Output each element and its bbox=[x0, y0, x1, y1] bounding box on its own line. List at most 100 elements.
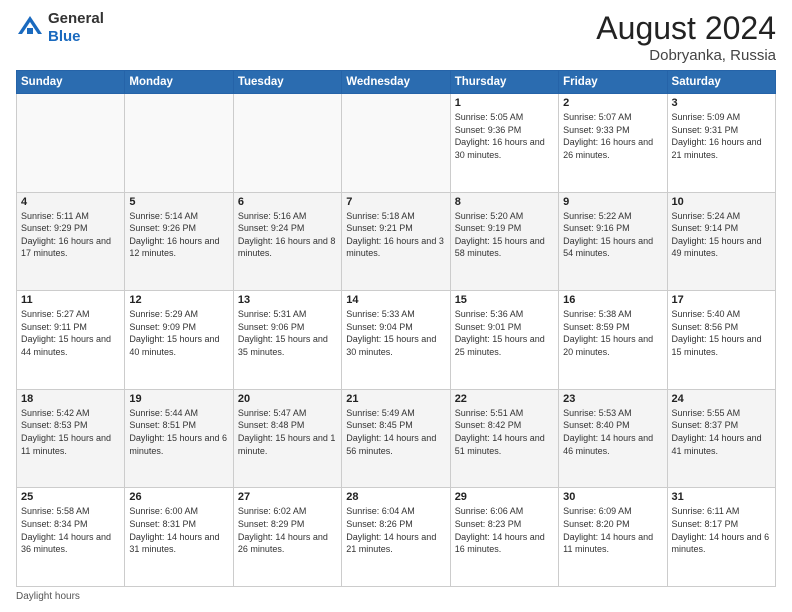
day-number: 11 bbox=[21, 294, 120, 306]
day-number: 14 bbox=[346, 294, 445, 306]
day-cell-4-1: 26 Sunrise: 6:00 AM Sunset: 8:31 PM Dayli… bbox=[125, 488, 233, 587]
day-info: Sunrise: 6:11 AM Sunset: 8:17 PM Dayligh… bbox=[672, 505, 771, 555]
day-number: 24 bbox=[672, 393, 771, 405]
day-cell-2-5: 16 Sunrise: 5:38 AM Sunset: 8:59 PM Dayli… bbox=[559, 291, 667, 390]
location: Dobryanka, Russia bbox=[596, 47, 776, 64]
day-cell-3-0: 18 Sunrise: 5:42 AM Sunset: 8:53 PM Dayli… bbox=[17, 389, 125, 488]
day-cell-1-6: 10 Sunrise: 5:24 AM Sunset: 9:14 PM Dayli… bbox=[667, 192, 775, 291]
day-number: 22 bbox=[455, 393, 554, 405]
col-thursday: Thursday bbox=[450, 71, 558, 94]
day-number: 31 bbox=[672, 491, 771, 503]
day-cell-1-0: 4 Sunrise: 5:11 AM Sunset: 9:29 PM Daylig… bbox=[17, 192, 125, 291]
day-cell-0-1 bbox=[125, 94, 233, 193]
day-cell-2-6: 17Sunrise: 5:40 AM Sunset: 8:56 PM Dayli… bbox=[667, 291, 775, 390]
col-friday: Friday bbox=[559, 71, 667, 94]
day-cell-2-1: 12Sunrise: 5:29 AM Sunset: 9:09 PM Dayli… bbox=[125, 291, 233, 390]
page: General Blue August 2024 Dobryanka, Russ… bbox=[0, 0, 792, 612]
week-row-1: 1Sunrise: 5:05 AM Sunset: 9:36 PM Daylig… bbox=[17, 94, 776, 193]
day-info: Sunrise: 5:31 AM Sunset: 9:06 PM Dayligh… bbox=[238, 308, 337, 358]
day-number: 8 bbox=[455, 196, 554, 208]
day-cell-3-3: 21Sunrise: 5:49 AM Sunset: 8:45 PM Dayli… bbox=[342, 389, 450, 488]
day-info: Sunrise: 6:09 AM Sunset: 8:20 PM Dayligh… bbox=[563, 505, 662, 555]
day-cell-3-4: 22Sunrise: 5:51 AM Sunset: 8:42 PM Dayli… bbox=[450, 389, 558, 488]
title-block: August 2024 Dobryanka, Russia bbox=[596, 10, 776, 64]
day-info: Sunrise: 5:18 AM Sunset: 9:21 PM Dayligh… bbox=[346, 210, 445, 260]
day-info: Sunrise: 5:38 AM Sunset: 8:59 PM Dayligh… bbox=[563, 308, 662, 358]
day-info: Sunrise: 6:06 AM Sunset: 8:23 PM Dayligh… bbox=[455, 505, 554, 555]
day-cell-2-4: 15 Sunrise: 5:36 AM Sunset: 9:01 PM Dayli… bbox=[450, 291, 558, 390]
logo-text: General Blue bbox=[48, 10, 104, 46]
day-cell-2-3: 14 Sunrise: 5:33 AM Sunset: 9:04 PM Dayli… bbox=[342, 291, 450, 390]
day-info: Sunrise: 5:16 AM Sunset: 9:24 PM Dayligh… bbox=[238, 210, 337, 260]
day-info: Sunrise: 5:47 AM Sunset: 8:48 PM Dayligh… bbox=[238, 407, 337, 457]
day-info: Sunrise: 5:07 AM Sunset: 9:33 PM Dayligh… bbox=[563, 111, 662, 161]
day-cell-1-5: 9 Sunrise: 5:22 AM Sunset: 9:16 PM Daylig… bbox=[559, 192, 667, 291]
day-info: Sunrise: 5:33 AM Sunset: 9:04 PM Dayligh… bbox=[346, 308, 445, 358]
day-cell-0-0 bbox=[17, 94, 125, 193]
day-cell-2-0: 11Sunrise: 5:27 AM Sunset: 9:11 PM Dayli… bbox=[17, 291, 125, 390]
day-number: 28 bbox=[346, 491, 445, 503]
day-number: 17 bbox=[672, 294, 771, 306]
day-info: Sunrise: 5:36 AM Sunset: 9:01 PM Dayligh… bbox=[455, 308, 554, 358]
week-row-5: 25Sunrise: 5:58 AM Sunset: 8:34 PM Dayli… bbox=[17, 488, 776, 587]
col-tuesday: Tuesday bbox=[233, 71, 341, 94]
week-row-4: 18 Sunrise: 5:42 AM Sunset: 8:53 PM Dayli… bbox=[17, 389, 776, 488]
day-number: 4 bbox=[21, 196, 120, 208]
logo-general: General bbox=[48, 10, 104, 27]
day-number: 16 bbox=[563, 294, 662, 306]
week-row-2: 4 Sunrise: 5:11 AM Sunset: 9:29 PM Daylig… bbox=[17, 192, 776, 291]
logo-icon bbox=[16, 14, 44, 42]
day-number: 6 bbox=[238, 196, 337, 208]
day-info: Sunrise: 5:24 AM Sunset: 9:14 PM Dayligh… bbox=[672, 210, 771, 260]
day-number: 21 bbox=[346, 393, 445, 405]
day-number: 2 bbox=[563, 97, 662, 109]
day-info: Sunrise: 5:14 AM Sunset: 9:26 PM Dayligh… bbox=[129, 210, 228, 260]
day-cell-1-4: 8 Sunrise: 5:20 AM Sunset: 9:19 PM Daylig… bbox=[450, 192, 558, 291]
day-cell-0-2 bbox=[233, 94, 341, 193]
day-info: Sunrise: 5:42 AM Sunset: 8:53 PM Dayligh… bbox=[21, 407, 120, 457]
month-year: August 2024 bbox=[596, 10, 776, 47]
day-cell-3-5: 23 Sunrise: 5:53 AM Sunset: 8:40 PM Dayli… bbox=[559, 389, 667, 488]
day-cell-0-3 bbox=[342, 94, 450, 193]
day-info: Sunrise: 5:44 AM Sunset: 8:51 PM Dayligh… bbox=[129, 407, 228, 457]
day-cell-4-6: 31 Sunrise: 6:11 AM Sunset: 8:17 PM Dayli… bbox=[667, 488, 775, 587]
day-cell-1-2: 6 Sunrise: 5:16 AM Sunset: 9:24 PM Daylig… bbox=[233, 192, 341, 291]
col-monday: Monday bbox=[125, 71, 233, 94]
day-number: 15 bbox=[455, 294, 554, 306]
day-number: 5 bbox=[129, 196, 228, 208]
day-cell-4-2: 27Sunrise: 6:02 AM Sunset: 8:29 PM Dayli… bbox=[233, 488, 341, 587]
day-info: Sunrise: 6:00 AM Sunset: 8:31 PM Dayligh… bbox=[129, 505, 228, 555]
week-row-3: 11Sunrise: 5:27 AM Sunset: 9:11 PM Dayli… bbox=[17, 291, 776, 390]
day-cell-4-0: 25Sunrise: 5:58 AM Sunset: 8:34 PM Dayli… bbox=[17, 488, 125, 587]
day-number: 10 bbox=[672, 196, 771, 208]
header: General Blue August 2024 Dobryanka, Russ… bbox=[16, 10, 776, 64]
day-info: Sunrise: 6:04 AM Sunset: 8:26 PM Dayligh… bbox=[346, 505, 445, 555]
day-number: 23 bbox=[563, 393, 662, 405]
day-number: 3 bbox=[672, 97, 771, 109]
day-number: 27 bbox=[238, 491, 337, 503]
day-cell-0-6: 3Sunrise: 5:09 AM Sunset: 9:31 PM Daylig… bbox=[667, 94, 775, 193]
day-number: 26 bbox=[129, 491, 228, 503]
day-info: Sunrise: 5:58 AM Sunset: 8:34 PM Dayligh… bbox=[21, 505, 120, 555]
day-cell-3-1: 19 Sunrise: 5:44 AM Sunset: 8:51 PM Dayli… bbox=[125, 389, 233, 488]
day-info: Sunrise: 5:11 AM Sunset: 9:29 PM Dayligh… bbox=[21, 210, 120, 260]
day-number: 19 bbox=[129, 393, 228, 405]
day-cell-4-3: 28 Sunrise: 6:04 AM Sunset: 8:26 PM Dayli… bbox=[342, 488, 450, 587]
day-number: 29 bbox=[455, 491, 554, 503]
day-cell-3-6: 24 Sunrise: 5:55 AM Sunset: 8:37 PM Dayli… bbox=[667, 389, 775, 488]
day-info: Sunrise: 5:53 AM Sunset: 8:40 PM Dayligh… bbox=[563, 407, 662, 457]
day-info: Sunrise: 5:55 AM Sunset: 8:37 PM Dayligh… bbox=[672, 407, 771, 457]
calendar-header-row: Sunday Monday Tuesday Wednesday Thursday… bbox=[17, 71, 776, 94]
day-cell-1-3: 7Sunrise: 5:18 AM Sunset: 9:21 PM Daylig… bbox=[342, 192, 450, 291]
day-cell-0-5: 2 Sunrise: 5:07 AM Sunset: 9:33 PM Daylig… bbox=[559, 94, 667, 193]
day-cell-3-2: 20 Sunrise: 5:47 AM Sunset: 8:48 PM Dayli… bbox=[233, 389, 341, 488]
day-cell-0-4: 1Sunrise: 5:05 AM Sunset: 9:36 PM Daylig… bbox=[450, 94, 558, 193]
logo-blue: Blue bbox=[48, 28, 81, 45]
day-number: 20 bbox=[238, 393, 337, 405]
day-cell-1-1: 5 Sunrise: 5:14 AM Sunset: 9:26 PM Daylig… bbox=[125, 192, 233, 291]
day-info: Sunrise: 5:20 AM Sunset: 9:19 PM Dayligh… bbox=[455, 210, 554, 260]
day-number: 9 bbox=[563, 196, 662, 208]
day-info: Sunrise: 5:22 AM Sunset: 9:16 PM Dayligh… bbox=[563, 210, 662, 260]
day-number: 18 bbox=[21, 393, 120, 405]
logo: General Blue bbox=[16, 10, 104, 46]
